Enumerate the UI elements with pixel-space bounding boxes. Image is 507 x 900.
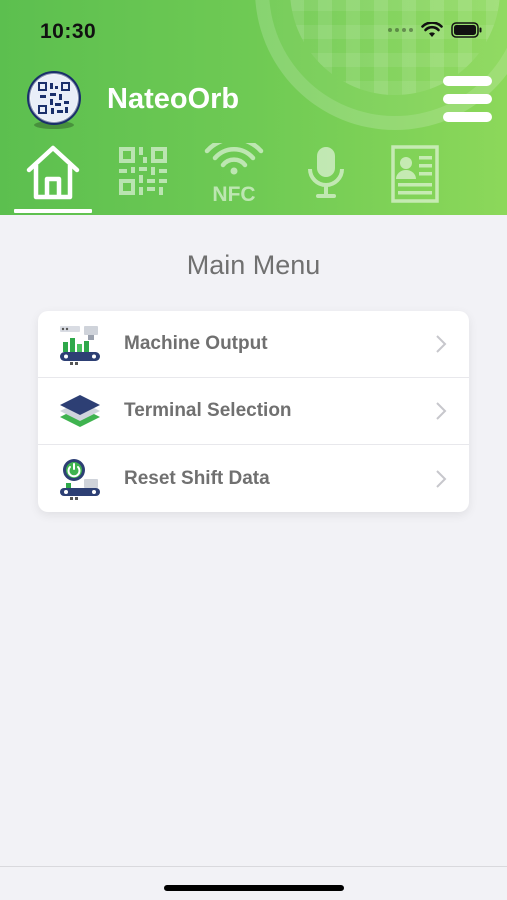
tab-voice[interactable] [298, 143, 354, 215]
layers-stack-icon [60, 395, 100, 427]
main-menu-list: Machine Output Terminal Selection Reset [38, 311, 469, 512]
menu-item-terminal-selection[interactable]: Terminal Selection [38, 378, 469, 445]
chevron-right-icon [436, 469, 447, 488]
nfc-icon: NFC [204, 143, 264, 203]
menu-item-label: Machine Output [124, 333, 268, 354]
bottom-bar [0, 866, 507, 900]
tab-home[interactable] [14, 143, 92, 215]
app-header: 10:30 NateoOrb NFC [0, 0, 507, 215]
page-title: Main Menu [186, 250, 321, 280]
machine-output-icon [60, 326, 100, 365]
tab-profile[interactable] [382, 143, 448, 215]
tab-nfc[interactable]: NFC [200, 143, 268, 215]
qr-code-icon [119, 147, 167, 195]
battery-icon [451, 22, 483, 38]
qr-orb-logo-icon [26, 70, 82, 130]
status-icons [388, 22, 483, 38]
tab-qr[interactable] [112, 143, 174, 215]
signal-dots-icon [388, 28, 413, 32]
status-time: 10:30 [40, 20, 97, 43]
home-indicator[interactable] [164, 885, 344, 891]
wifi-icon [421, 22, 443, 38]
hamburger-menu-icon[interactable] [443, 76, 493, 126]
home-icon [26, 145, 80, 200]
tab-bar: NFC [0, 143, 507, 215]
chevron-right-icon [436, 402, 447, 420]
menu-item-label: Terminal Selection [124, 400, 292, 421]
menu-item-machine-output[interactable]: Machine Output [38, 311, 469, 378]
microphone-icon [308, 147, 344, 198]
reset-power-icon [60, 458, 100, 500]
app-title: NateoOrb [107, 83, 240, 115]
tab-active-indicator [14, 209, 92, 213]
svg-text:NFC: NFC [212, 183, 255, 203]
menu-item-label: Reset Shift Data [124, 467, 270, 489]
menu-item-reset-shift-data[interactable]: Reset Shift Data [38, 445, 469, 512]
id-card-icon [391, 145, 439, 203]
chevron-right-icon [436, 335, 447, 353]
